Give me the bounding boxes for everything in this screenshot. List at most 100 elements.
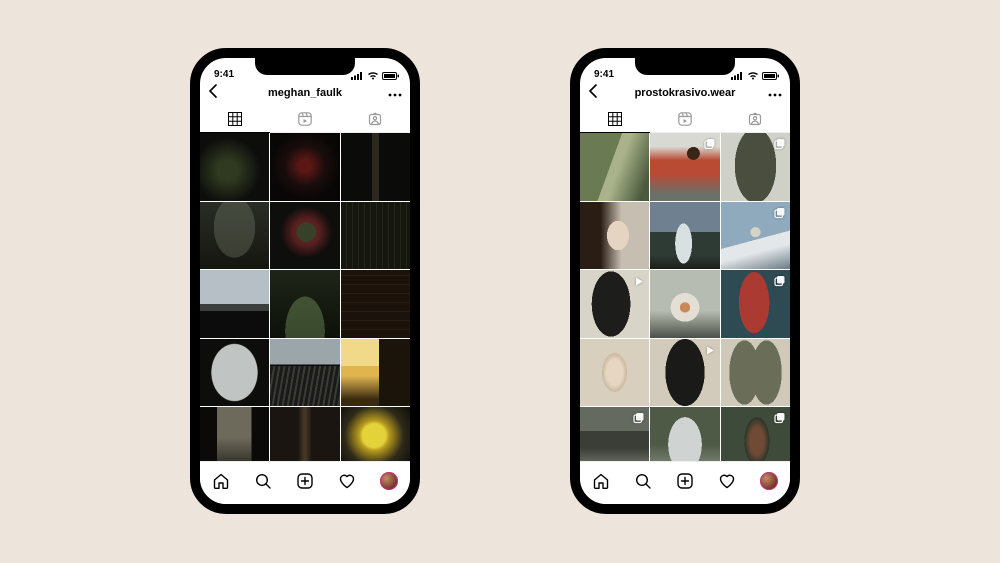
post-thumbnail[interactable] — [270, 270, 339, 338]
cellular-icon — [351, 72, 364, 80]
chevron-left-icon — [588, 84, 598, 98]
post-thumbnail[interactable] — [580, 202, 649, 270]
dots-horizontal-icon — [768, 93, 782, 97]
nav-create[interactable] — [671, 467, 699, 495]
redhead-white-blouse-field — [650, 270, 719, 338]
tab-tagged[interactable] — [340, 106, 410, 132]
wifi-icon — [747, 72, 759, 80]
phone-mockup-1: 9:41 meghan_faulk — [190, 48, 420, 514]
post-thumbnail[interactable] — [721, 339, 790, 407]
golden-sunset-silhouette — [341, 339, 410, 407]
tagged-icon — [368, 112, 382, 126]
grid-icon — [608, 112, 622, 126]
dark-floral-still-life — [200, 133, 269, 201]
nav-create[interactable] — [291, 467, 319, 495]
model-green-hillside — [580, 133, 649, 201]
tab-reels[interactable] — [650, 106, 720, 132]
post-thumbnail[interactable] — [200, 339, 269, 407]
search-icon — [634, 472, 652, 490]
post-thumbnail[interactable] — [270, 202, 339, 270]
river-under-bridge — [270, 339, 339, 407]
post-thumbnail[interactable] — [580, 133, 649, 201]
nav-search[interactable] — [629, 467, 657, 495]
candlelit-library — [341, 270, 410, 338]
battery-icon — [382, 72, 400, 80]
post-thumbnail[interactable] — [721, 133, 790, 201]
dancer-beige-dress-leaning — [580, 339, 649, 407]
carousel-indicator-icon — [774, 137, 786, 155]
post-thumbnail[interactable] — [650, 202, 719, 270]
tab-reels[interactable] — [270, 106, 340, 132]
woman-white-dress-mountain-lake — [650, 202, 719, 270]
post-thumbnail[interactable] — [580, 339, 649, 407]
status-time: 9:41 — [594, 69, 614, 80]
post-thumbnail[interactable] — [721, 270, 790, 338]
gothic-arched-window — [200, 202, 269, 270]
video-indicator-icon — [634, 274, 645, 292]
post-thumbnail[interactable] — [200, 202, 269, 270]
status-time: 9:41 — [214, 69, 234, 80]
bottom-nav — [200, 461, 410, 504]
avatar-icon — [760, 472, 778, 490]
post-thumbnail[interactable] — [341, 202, 410, 270]
post-thumbnail[interactable] — [650, 133, 719, 201]
battery-icon — [762, 72, 780, 80]
back-button[interactable] — [208, 84, 222, 103]
carousel-indicator-icon — [633, 411, 645, 429]
tagged-icon — [748, 112, 762, 126]
status-indicators — [731, 72, 780, 80]
avatar-icon — [380, 472, 398, 490]
wifi-icon — [367, 72, 379, 80]
home-icon — [592, 472, 610, 490]
red-vase-baroque — [270, 133, 339, 201]
nav-search[interactable] — [249, 467, 277, 495]
post-thumbnail[interactable] — [200, 270, 269, 338]
tab-tagged[interactable] — [720, 106, 790, 132]
profile-tab-row — [200, 106, 410, 133]
nav-home[interactable] — [587, 467, 615, 495]
post-thumbnail[interactable] — [341, 133, 410, 201]
heart-icon — [718, 472, 736, 490]
carousel-indicator-icon — [774, 206, 786, 224]
tab-grid[interactable] — [200, 106, 270, 132]
green-english-garden — [270, 270, 339, 338]
flower-bouquet-dark — [270, 202, 339, 270]
search-icon — [254, 472, 272, 490]
post-thumbnail[interactable] — [270, 339, 339, 407]
tab-grid[interactable] — [580, 106, 650, 132]
post-thumbnail[interactable] — [650, 270, 719, 338]
nav-activity[interactable] — [333, 467, 361, 495]
cellular-icon — [731, 72, 744, 80]
carousel-indicator-icon — [774, 411, 786, 429]
nav-home[interactable] — [207, 467, 235, 495]
post-thumbnail[interactable] — [341, 339, 410, 407]
heart-icon — [338, 472, 356, 490]
plus-square-icon — [676, 472, 694, 490]
plus-square-icon — [296, 472, 314, 490]
profile-username: meghan_faulk — [200, 87, 410, 99]
nav-profile[interactable] — [375, 467, 403, 495]
iron-balcony-garden — [341, 202, 410, 270]
post-thumbnail[interactable] — [580, 270, 649, 338]
figure-in-doorway — [341, 133, 410, 201]
post-thumbnail[interactable] — [721, 202, 790, 270]
two-models-olive-dresses — [721, 339, 790, 407]
reels-icon — [678, 112, 692, 126]
post-thumbnail[interactable] — [650, 339, 719, 407]
post-thumbnail[interactable] — [341, 270, 410, 338]
stone-archway-sky — [200, 339, 269, 407]
back-button[interactable] — [588, 84, 602, 103]
nav-activity[interactable] — [713, 467, 741, 495]
portrait-long-brown-hair — [580, 202, 649, 270]
carousel-indicator-icon — [774, 274, 786, 292]
post-thumbnail[interactable] — [200, 133, 269, 201]
post-thumbnail[interactable] — [270, 133, 339, 201]
phone-mockup-2: 9:41 prostokrasivo.wear — [570, 48, 800, 514]
dots-horizontal-icon — [388, 93, 402, 97]
more-options-button[interactable] — [768, 84, 782, 102]
device-notch — [255, 57, 355, 75]
overcast-view-from-window — [200, 270, 269, 338]
nav-profile[interactable] — [755, 467, 783, 495]
profile-tab-row — [580, 106, 790, 133]
more-options-button[interactable] — [388, 84, 402, 102]
